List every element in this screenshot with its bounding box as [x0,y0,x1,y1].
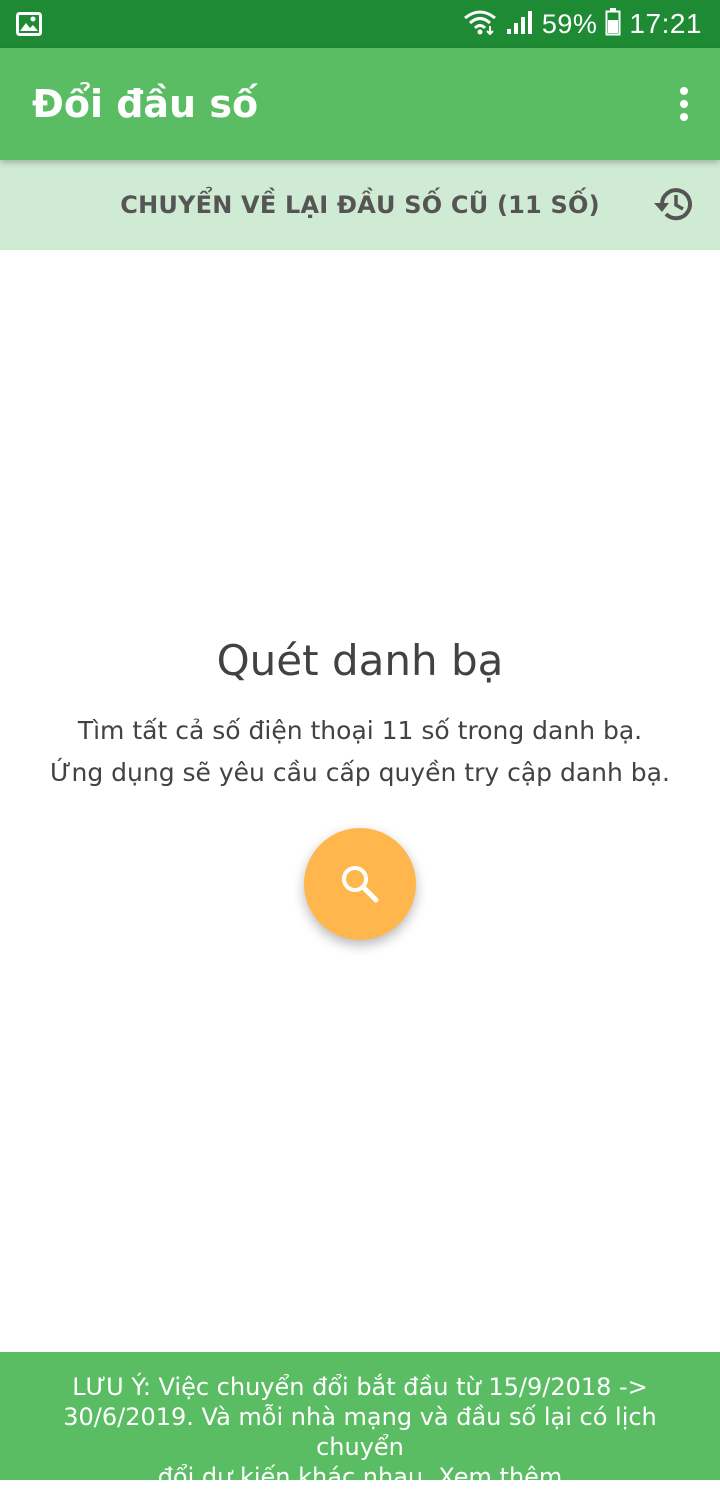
search-icon [342,866,379,903]
revert-old-prefix-button[interactable]: CHUYỂN VỀ LẠI ĐẦU SỐ CŨ (11 SỐ) [0,160,720,250]
app-title: Đổi đầu số [32,82,259,126]
scan-description: Tìm tất cả số điện thoại 11 số trong dan… [0,710,720,794]
scan-description-line: Ứng dụng sẽ yêu cầu cấp quyền try cập da… [50,758,670,787]
wifi-icon [462,8,498,41]
app-bar: Đổi đầu số [0,48,720,160]
status-bar: 59% 17:21 [0,0,720,48]
more-vert-icon[interactable] [672,86,696,122]
scan-contacts-button[interactable] [304,828,416,940]
gallery-icon [16,12,42,41]
battery-icon [605,7,621,41]
signal-icon [506,9,534,40]
notice-text: đổi dự kiến khác nhau. [157,1463,431,1491]
notice-text: 30/6/2019. Và mỗi nhà mạng và đầu số lại… [63,1403,657,1461]
revert-label: CHUYỂN VỀ LẠI ĐẦU SỐ CŨ (11 SỐ) [120,191,600,219]
clock: 17:21 [629,8,702,39]
read-more-link[interactable]: Xem thêm [438,1463,562,1491]
scan-title: Quét danh bạ [216,636,504,685]
notice-banner: LƯU Ý: Việc chuyển đổi bắt đầu từ 15/9/2… [0,1352,720,1491]
notice-text: LƯU Ý: Việc chuyển đổi bắt đầu từ 15/9/2… [72,1373,648,1401]
history-icon[interactable] [652,184,694,229]
scan-description-line: Tìm tất cả số điện thoại 11 số trong dan… [77,716,643,745]
battery-percent: 59% [541,8,598,39]
